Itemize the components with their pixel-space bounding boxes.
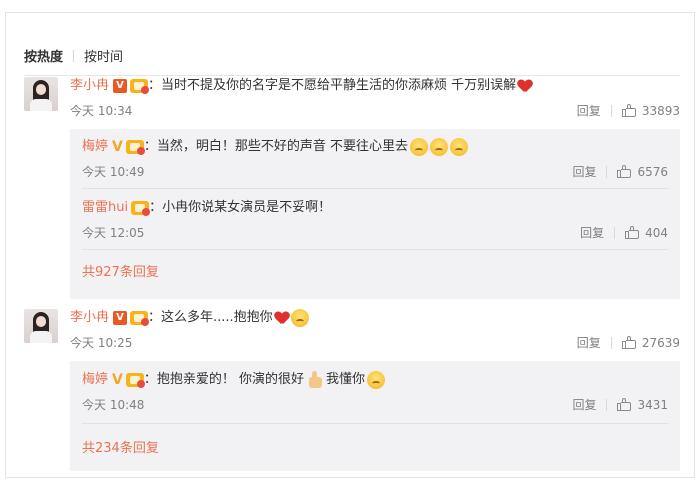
- comment-time: 今天 10:34: [70, 104, 133, 118]
- thumbs-up-outline-icon[interactable]: [621, 104, 636, 117]
- thumbs-up-outline-icon[interactable]: [617, 398, 632, 411]
- comment-text: ：这么多年.....抱抱你: [148, 310, 273, 325]
- thumbs-up-outline-icon[interactable]: [617, 165, 632, 178]
- sort-by-hot[interactable]: 按热度: [24, 46, 63, 65]
- reply-item: 梅婷 V ：抱抱亲爱的！ 你演的很好 我懂你 今天 10:48 回复 3431: [82, 371, 668, 413]
- vip-crown-icon: [130, 311, 150, 326]
- sad-face-emoji-icon: [367, 371, 386, 389]
- avatar[interactable]: [24, 309, 58, 343]
- comment-username[interactable]: 李小冉: [70, 309, 109, 327]
- reply-username[interactable]: 雷雷hui: [82, 199, 128, 217]
- reply-divider: [82, 188, 668, 189]
- reply-text: ：当然，明白！那些不好的声音 不要往心里去: [143, 139, 408, 154]
- sort-separator: [73, 49, 75, 62]
- thumbs-up-outline-icon[interactable]: [625, 226, 640, 239]
- reply-button[interactable]: 回复: [572, 396, 596, 413]
- vip-crown-icon: [125, 373, 145, 388]
- vip-crown-icon: [130, 79, 150, 94]
- comment-time: 今天 10:25: [70, 336, 133, 350]
- reply-divider: [82, 423, 668, 424]
- verified-badge-icon: V: [112, 139, 123, 155]
- comment-line: 李小冉 V ：当时不提及你的名字是不愿给平静生活的你添麻烦 千万别误解: [70, 77, 532, 95]
- reply-list: 梅婷 V ：当然，明白！那些不好的声音 不要往心里去 今天 10:49 回复 6…: [70, 129, 680, 299]
- verified-badge-icon: V: [113, 79, 128, 93]
- sad-face-emoji-icon: [290, 309, 309, 327]
- comment-panel: 按热度 按时间 李小冉 V ：当时不提及你的名字是不愿给平静生活的你添麻烦 千万…: [5, 12, 695, 478]
- thumbs-up-outline-icon[interactable]: [621, 336, 636, 349]
- reply-button[interactable]: 回复: [580, 224, 604, 241]
- header-divider: [24, 75, 680, 76]
- comment-username[interactable]: 李小冉: [70, 77, 109, 95]
- comment-item: 李小冉 V ：这么多年.....抱抱你 今天 10:25 回复 27639: [24, 309, 680, 351]
- verified-badge-icon: V: [113, 311, 128, 325]
- reply-username[interactable]: 梅婷: [82, 371, 108, 389]
- reply-divider: [82, 249, 668, 250]
- sad-face-emoji-icon: [410, 138, 428, 156]
- more-replies-link[interactable]: 共234条回复: [82, 437, 159, 456]
- avatar[interactable]: [24, 77, 58, 111]
- more-replies-link[interactable]: 共927条回复: [82, 261, 159, 280]
- comment-text: ：当时不提及你的名字是不愿给平静生活的你添麻烦 千万别误解: [148, 78, 517, 93]
- reply-text: ：抱抱亲爱的！ 你演的很好: [143, 372, 304, 387]
- comment-actions: 回复 27639: [577, 334, 680, 351]
- like-count: 404: [645, 225, 668, 240]
- sort-by-time[interactable]: 按时间: [84, 46, 123, 65]
- sort-bar: 按热度 按时间: [24, 46, 123, 65]
- reply-text: ：小冉你说某女演员是不妥啊！: [149, 200, 332, 215]
- like-count: 6576: [637, 164, 668, 179]
- comment-line: 李小冉 V ：这么多年.....抱抱你: [70, 309, 309, 327]
- reply-time: 今天 10:48: [82, 398, 145, 412]
- reply-time: 今天 10:49: [82, 165, 145, 179]
- verified-badge-icon: V: [112, 372, 123, 388]
- red-heart-emoji-icon: [518, 80, 532, 93]
- like-count: 3431: [637, 397, 668, 412]
- reply-button[interactable]: 回复: [572, 163, 596, 180]
- like-count: 27639: [641, 335, 680, 350]
- reply-time: 今天 12:05: [82, 226, 145, 240]
- thumbs-up-emoji-icon: [306, 371, 324, 389]
- sad-face-emoji-icon: [450, 138, 468, 156]
- sad-face-emoji-icon: [430, 138, 448, 156]
- reply-button[interactable]: 回复: [577, 102, 601, 119]
- vip-crown-icon: [125, 140, 145, 155]
- reply-item: 雷雷hui ：小冉你说某女演员是不妥啊！ 今天 12:05 回复 404: [82, 199, 668, 241]
- reply-list: 梅婷 V ：抱抱亲爱的！ 你演的很好 我懂你 今天 10:48 回复 3431 …: [70, 361, 680, 471]
- vip-crown-icon: [131, 201, 151, 216]
- reply-text-continued: 我懂你: [326, 372, 366, 387]
- comment-item: 李小冉 V ：当时不提及你的名字是不愿给平静生活的你添麻烦 千万别误解 今天 1…: [24, 77, 680, 119]
- like-count: 33893: [641, 103, 680, 118]
- reply-username[interactable]: 梅婷: [82, 138, 108, 156]
- reply-item: 梅婷 V ：当然，明白！那些不好的声音 不要往心里去 今天 10:49 回复 6…: [82, 138, 668, 180]
- comment-actions: 回复 33893: [577, 102, 680, 119]
- red-heart-emoji-icon: [275, 312, 289, 325]
- reply-button[interactable]: 回复: [577, 334, 601, 351]
